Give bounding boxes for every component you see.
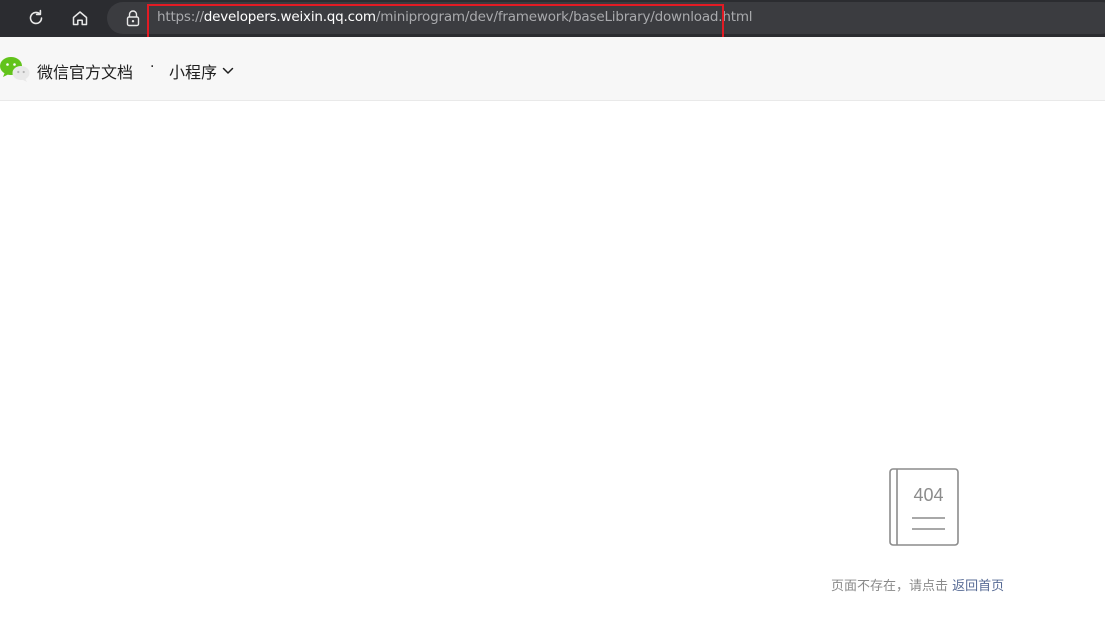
not-found-message: 页面不存在，请点击 返回首页 <box>831 575 1004 594</box>
back-home-link[interactable]: 返回首页 <box>952 579 1004 594</box>
not-found-book-icon: 404 <box>889 468 959 546</box>
section-dropdown[interactable]: 小程序 <box>169 59 234 83</box>
home-icon <box>72 11 88 26</box>
chevron-down-icon <box>222 67 234 74</box>
title-separator: · <box>150 59 155 75</box>
refresh-button[interactable] <box>21 4 51 32</box>
home-button[interactable] <box>65 4 95 32</box>
section-label: 小程序 <box>169 63 218 82</box>
lock-icon[interactable] <box>126 9 140 27</box>
wechat-logo[interactable] <box>0 56 30 82</box>
site-title[interactable]: 微信官方文档 <box>37 59 133 83</box>
not-found-code: 404 <box>913 485 943 505</box>
not-found-text: 页面不存在，请点击 <box>831 579 949 594</box>
refresh-icon <box>29 9 43 25</box>
site-header: 微信官方文档 · 小程序 <box>0 37 1105 101</box>
